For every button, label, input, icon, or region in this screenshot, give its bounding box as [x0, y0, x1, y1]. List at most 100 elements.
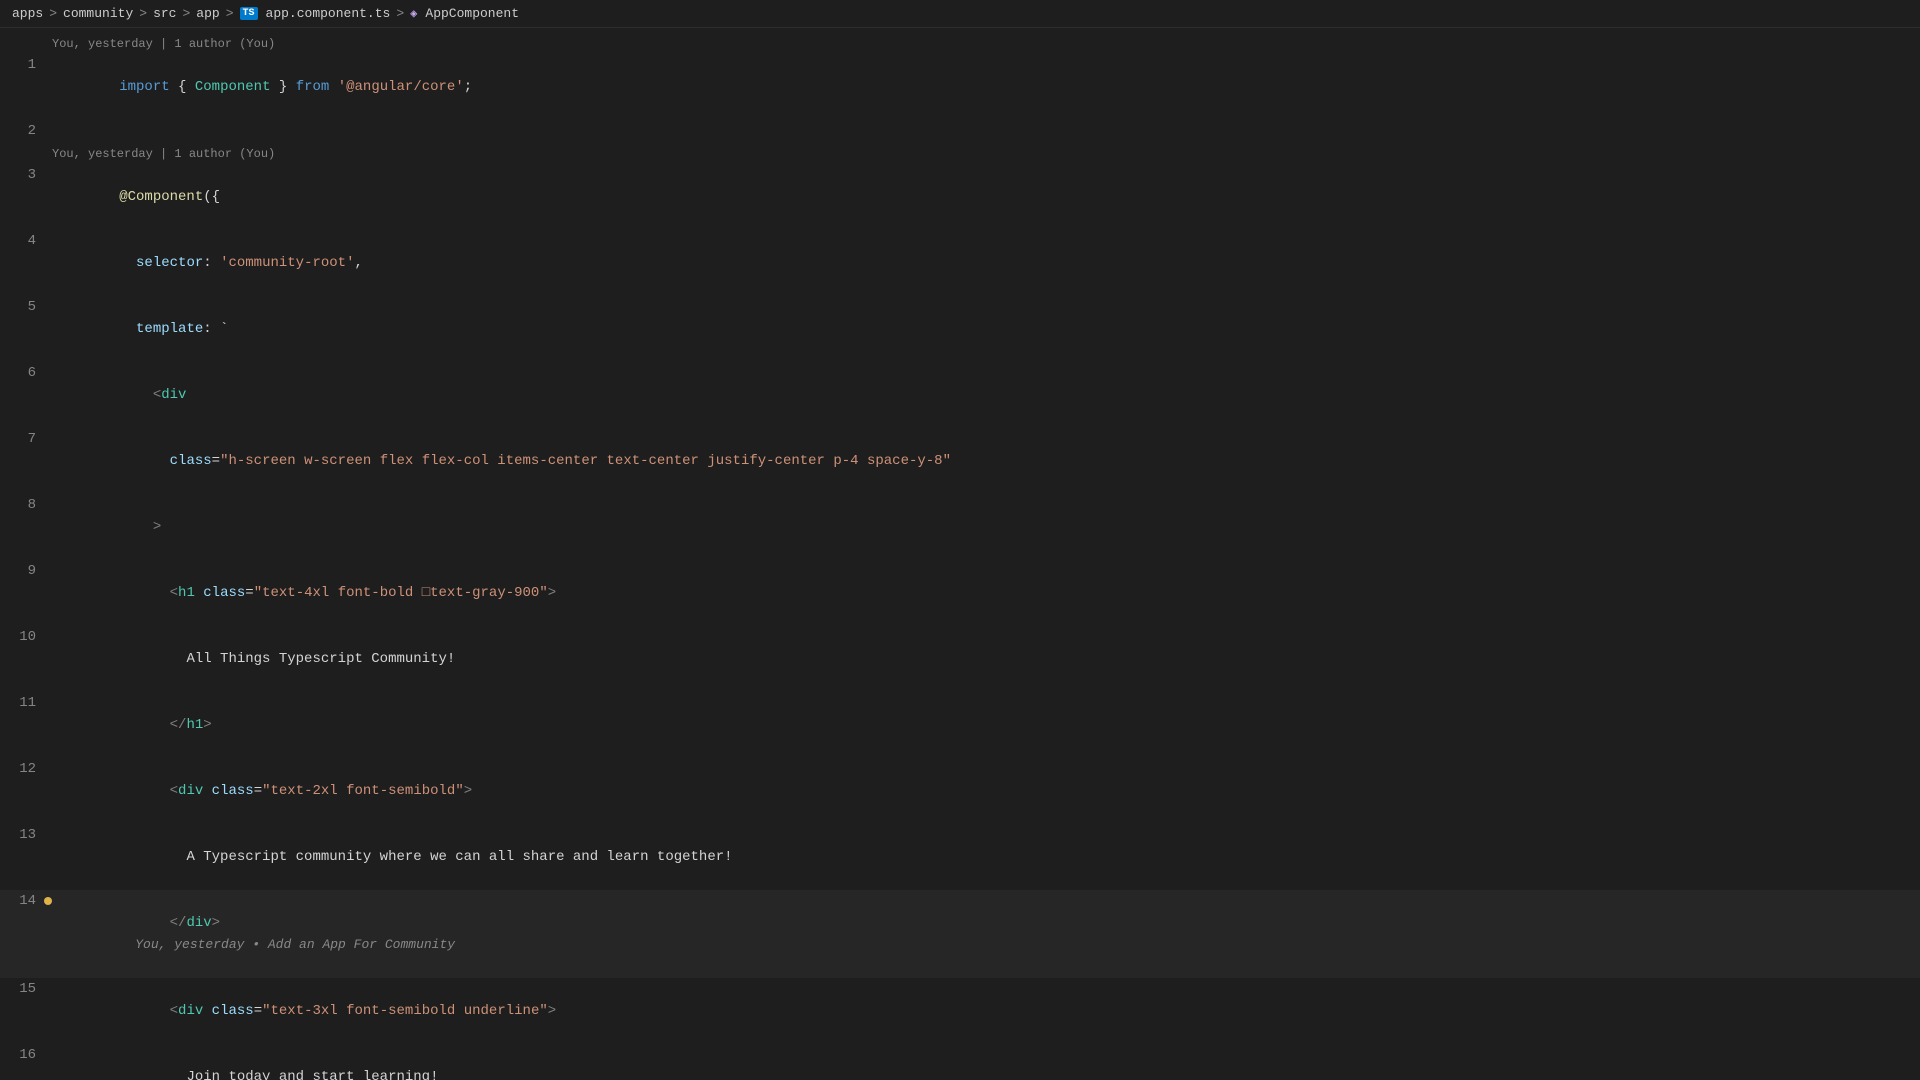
token-h1-text: All Things Typescript Community!: [186, 651, 455, 667]
breadcrumb-community[interactable]: community: [63, 6, 133, 21]
token-h1-class: class: [203, 585, 245, 601]
line-content-6: <div: [52, 362, 1900, 428]
token-div3-class: class: [212, 1003, 254, 1019]
token-h1-close-tag: h1: [186, 717, 203, 733]
token-div2-close: </: [170, 915, 187, 931]
breadcrumb-file[interactable]: app.component.ts: [266, 6, 391, 21]
line-content-3: @Component({: [52, 164, 1900, 230]
breadcrumb-component[interactable]: AppComponent: [425, 6, 519, 21]
code-line-7[interactable]: 7 class="h-screen w-screen flex flex-col…: [0, 428, 1920, 494]
token-h1: h1: [178, 585, 195, 601]
author-info-2: You, yesterday | 1 author (You): [0, 142, 1920, 164]
token-comma: ,: [354, 255, 362, 271]
token-class-attr: class: [170, 453, 212, 469]
line-content-16: Join today and start learning!: [52, 1044, 1900, 1080]
code-line-3[interactable]: 3 @Component({: [0, 164, 1920, 230]
token-from: from: [296, 79, 330, 95]
line-content-4: selector: 'community-root',: [52, 230, 1900, 296]
code-line-8[interactable]: 8 >: [0, 494, 1920, 560]
line-number-8: 8: [0, 494, 52, 516]
token-class-val: "h-screen w-screen flex flex-col items-c…: [220, 453, 951, 469]
token-join-text: Join today and start learning!: [186, 1069, 438, 1080]
token-brace: {: [170, 79, 195, 95]
token-template: template: [136, 321, 203, 337]
token-h1-close: </: [170, 717, 187, 733]
line-content-13: A Typescript community where we can all …: [52, 824, 1900, 890]
breadcrumb-app[interactable]: app: [196, 6, 219, 21]
breadcrumb-src[interactable]: src: [153, 6, 176, 21]
token-h1-open: <: [170, 585, 178, 601]
breadcrumb: apps > community > src > app > TS app.co…: [0, 0, 1920, 28]
code-line-13[interactable]: 13 A Typescript community where we can a…: [0, 824, 1920, 890]
token-paren: ({: [203, 189, 220, 205]
token-import: import: [119, 79, 169, 95]
code-line-5[interactable]: 5 template: `: [0, 296, 1920, 362]
line-content-11: </h1>: [52, 692, 1900, 758]
code-line-11[interactable]: 11 </h1>: [0, 692, 1920, 758]
token-colon: :: [203, 255, 220, 271]
author-text-2: You, yesterday | 1 author (You): [52, 147, 275, 161]
code-line-6[interactable]: 6 <div: [0, 362, 1920, 428]
line-number-1: 1: [0, 54, 52, 76]
blame-dot: [44, 897, 52, 905]
code-line-10[interactable]: 10 All Things Typescript Community!: [0, 626, 1920, 692]
token-div-2: div: [178, 783, 203, 799]
line-number-9: 9: [0, 560, 52, 582]
line-content-8: >: [52, 494, 1900, 560]
token-brace2: }: [270, 79, 295, 95]
token-community-text: A Typescript community where we can all …: [186, 849, 732, 865]
line-content-12: <div class="text-2xl font-semibold">: [52, 758, 1900, 824]
code-line-16[interactable]: 16 Join today and start learning!: [0, 1044, 1920, 1080]
token-selector-val: 'community-root': [220, 255, 354, 271]
token-tag-open: <: [153, 387, 161, 403]
token-h1-val: "text-4xl font-bold □text-gray-900": [254, 585, 548, 601]
author-text-1: You, yesterday | 1 author (You): [52, 37, 275, 51]
code-line-12[interactable]: 12 <div class="text-2xl font-semibold">: [0, 758, 1920, 824]
code-line-9[interactable]: 9 <h1 class="text-4xl font-bold □text-gr…: [0, 560, 1920, 626]
component-icon: ◈: [410, 6, 417, 21]
token-semi: ;: [464, 79, 472, 95]
git-blame-annotation: You, yesterday • Add an App For Communit…: [135, 937, 455, 952]
token-div3-val: "text-3xl font-semibold underline": [262, 1003, 548, 1019]
token-angular-core: '@angular/core': [338, 79, 464, 95]
code-area[interactable]: You, yesterday | 1 author (You) 1 import…: [0, 28, 1920, 1080]
line-content-1: import { Component } from '@angular/core…: [52, 54, 1900, 120]
breadcrumb-sep-2: >: [139, 6, 147, 21]
code-line-14[interactable]: 14 </div> You, yesterday • Add an App Fo…: [0, 890, 1920, 978]
breadcrumb-sep-3: >: [182, 6, 190, 21]
code-line-1[interactable]: 1 import { Component } from '@angular/co…: [0, 54, 1920, 120]
token-decorator: @Component: [119, 189, 203, 205]
token-div2-eq: =: [254, 783, 262, 799]
token-gt: >: [153, 519, 161, 535]
line-number-5: 5: [0, 296, 52, 318]
code-line-4[interactable]: 4 selector: 'community-root',: [0, 230, 1920, 296]
line-content-7: class="h-screen w-screen flex flex-col i…: [52, 428, 1900, 494]
token-h1-close-gt: >: [203, 717, 211, 733]
token-div3-eq: =: [254, 1003, 262, 1019]
line-number-10: 10: [0, 626, 52, 648]
code-line-2[interactable]: 2: [0, 120, 1920, 142]
token-div3-gt: >: [548, 1003, 556, 1019]
line-content-10: All Things Typescript Community!: [52, 626, 1900, 692]
code-line-15[interactable]: 15 <div class="text-3xl font-semibold un…: [0, 978, 1920, 1044]
line-number-3: 3: [0, 164, 52, 186]
token-div2-class: class: [212, 783, 254, 799]
line-number-2: 2: [0, 120, 52, 142]
token-div2-gt: >: [464, 783, 472, 799]
token-div2-val: "text-2xl font-semibold": [262, 783, 464, 799]
breadcrumb-sep-5: >: [396, 6, 404, 21]
token-div3-open: <: [170, 1003, 178, 1019]
token-component: Component: [195, 79, 271, 95]
line-content-5: template: `: [52, 296, 1900, 362]
token-h1-eq: =: [245, 585, 253, 601]
author-info-1: You, yesterday | 1 author (You): [0, 32, 1920, 54]
line-content-2: [52, 120, 1900, 142]
token-div2-close-tag: div: [186, 915, 211, 931]
token-template-colon: : `: [203, 321, 228, 337]
token-div-1: div: [161, 387, 186, 403]
breadcrumb-apps[interactable]: apps: [12, 6, 43, 21]
token-eq: =: [212, 453, 220, 469]
line-number-7: 7: [0, 428, 52, 450]
token-div2-open: <: [170, 783, 178, 799]
token-div-3: div: [178, 1003, 203, 1019]
